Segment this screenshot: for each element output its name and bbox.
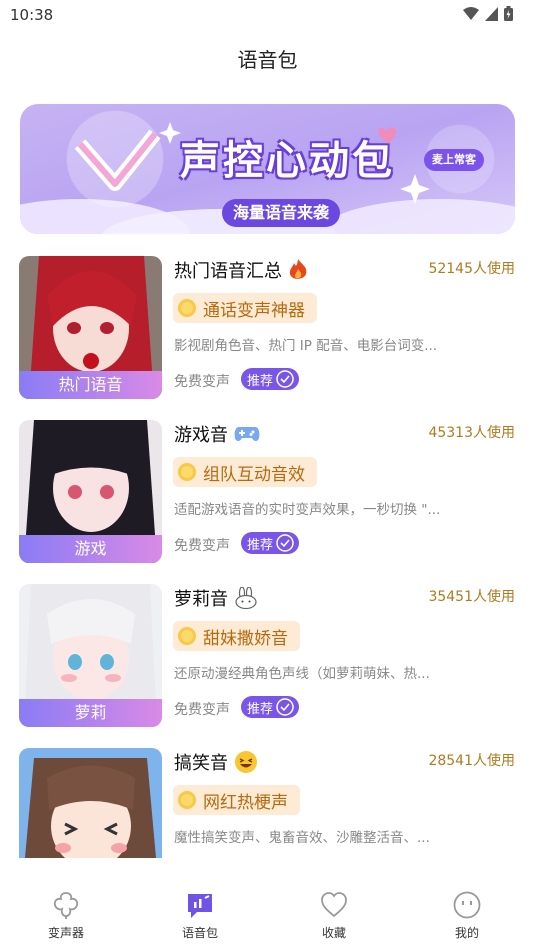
item-title-text: 热门语音汇总	[174, 261, 282, 282]
voice-pack-list[interactable]: 热门语音 热门语音汇总 52145人使用 通话变声神器 影视剧角色音、热门 IP…	[0, 256, 535, 858]
recommend-label: 推荐	[247, 537, 274, 553]
item-title-text: 搞笑音	[174, 753, 228, 774]
laughing-face-icon	[235, 751, 257, 773]
item-title: 搞笑音	[174, 749, 258, 775]
list-item[interactable]: 萝莉 萝莉音 35451人使用 甜妹撒娇音 还原动漫经典角色声线（如萝莉萌妹、热…	[0, 584, 535, 748]
banner-badge: 麦上常客	[424, 149, 484, 171]
feature-tag: 组队互动音效	[173, 457, 317, 487]
tab-voice-pack[interactable]: 语音包	[155, 890, 245, 941]
battery-icon	[504, 6, 513, 21]
list-item[interactable]: 搞笑音 28541人使用 网红热梗声 魔性搞笑变声、鬼畜音效、沙雕整活音、...	[0, 748, 535, 858]
tab-favorites[interactable]: 收藏	[289, 890, 379, 941]
banner-subtitle: 海量语音来袭	[222, 199, 340, 227]
wifi-icon	[463, 6, 479, 20]
list-item[interactable]: 游戏 游戏音 45313人使用 组队互动音效 适配游戏语音的实时变声效果，一秒切…	[0, 420, 535, 584]
recommend-label: 推荐	[247, 701, 274, 717]
recommend-badge[interactable]: 推荐	[241, 532, 299, 554]
page-title: 语音包	[237, 48, 298, 72]
recommend-badge[interactable]: 推荐	[241, 368, 299, 390]
item-description: 影视剧角色音、热门 IP 配音、电影台词变...	[174, 338, 438, 354]
thumbnail-image: 萝莉	[19, 584, 162, 727]
feature-tag: 网红热梗声	[173, 785, 300, 815]
thumbnail-image: 热门语音	[19, 256, 162, 399]
heart-icon	[321, 892, 347, 918]
recommend-badge[interactable]: 推荐	[241, 696, 299, 718]
check-circle-icon	[276, 698, 294, 716]
thumbnail-label: 萝莉	[19, 699, 162, 727]
check-circle-icon	[276, 534, 294, 552]
usage-count: 35451人使用	[428, 589, 515, 605]
usage-count: 28541人使用	[428, 753, 515, 769]
item-description: 适配游戏语音的实时变声效果，一秒切换 "...	[174, 502, 441, 518]
item-title: 游戏音	[174, 421, 260, 447]
thumbnail-label: 热门语音	[19, 371, 162, 399]
tab-label: 我的	[454, 926, 479, 940]
signal-icon	[485, 6, 498, 21]
thumbnail-label: 游戏	[19, 535, 162, 563]
thumbnail-image: 游戏	[19, 420, 162, 563]
bunny-icon	[235, 587, 257, 609]
free-label: 免费变声	[174, 538, 230, 554]
status-bar: 10:38	[0, 0, 535, 30]
item-title-text: 萝莉音	[174, 589, 228, 610]
feature-text: 网红热梗声	[203, 792, 288, 813]
tab-label: 语音包	[181, 926, 218, 940]
profile-icon	[453, 891, 481, 919]
usage-count: 45313人使用	[428, 425, 515, 441]
coin-icon	[178, 463, 196, 481]
banner-title: 声控心动包	[180, 138, 395, 184]
item-title-text: 游戏音	[174, 425, 228, 446]
free-label: 免费变声	[174, 374, 230, 390]
coin-icon	[178, 627, 196, 645]
feature-text: 通话变声神器	[203, 300, 305, 321]
item-description: 魔性搞笑变声、鬼畜音效、沙雕整活音、...	[174, 830, 430, 846]
tab-voice-changer[interactable]: 变声器	[21, 890, 111, 941]
status-icons	[463, 6, 513, 21]
fire-icon	[289, 259, 307, 279]
bottom-tab-bar: 变声器 语音包 收藏 我的	[0, 880, 535, 951]
coin-icon	[178, 299, 196, 317]
feature-tag: 甜妹撒娇音	[173, 621, 300, 651]
feature-text: 组队互动音效	[203, 464, 305, 485]
item-description: 还原动漫经典角色声线（如萝莉萌妹、热...	[174, 666, 430, 682]
item-title: 萝莉音	[174, 585, 258, 611]
status-time: 10:38	[10, 6, 54, 24]
item-title: 热门语音汇总	[174, 257, 308, 283]
promo-banner[interactable]: 声控心动包 海量语音来袭 麦上常客	[20, 104, 515, 234]
tab-profile[interactable]: 我的	[422, 890, 512, 941]
voice-changer-icon	[53, 892, 79, 919]
gamepad-icon	[234, 427, 260, 441]
tab-label: 变声器	[47, 926, 84, 940]
feature-tag: 通话变声神器	[173, 293, 317, 323]
thumbnail-image	[19, 748, 162, 858]
tab-label: 收藏	[321, 926, 346, 940]
feature-text: 甜妹撒娇音	[203, 628, 288, 649]
coin-icon	[178, 791, 196, 809]
list-item[interactable]: 热门语音 热门语音汇总 52145人使用 通话变声神器 影视剧角色音、热门 IP…	[0, 256, 535, 420]
check-circle-icon	[276, 370, 294, 388]
free-label: 免费变声	[174, 702, 230, 718]
voice-pack-icon	[188, 894, 212, 918]
usage-count: 52145人使用	[428, 261, 515, 277]
recommend-label: 推荐	[247, 373, 274, 389]
